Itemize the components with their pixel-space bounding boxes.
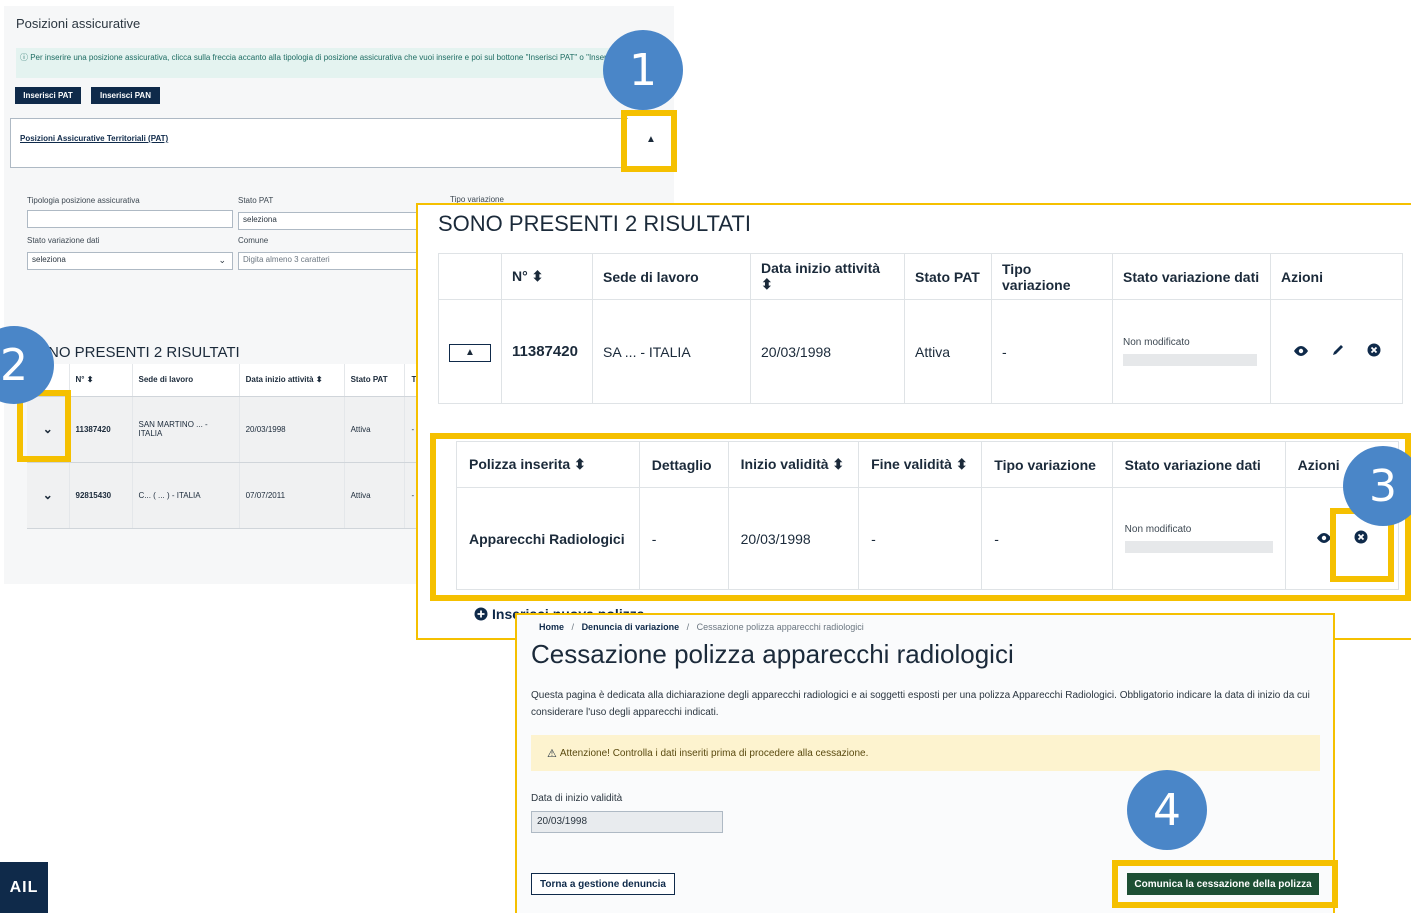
breadcrumb-home[interactable]: Home	[539, 622, 564, 632]
row-numero: 92815430	[69, 462, 133, 529]
row-sede: SAN MARTINO ... - ITALIA	[132, 396, 240, 463]
page-title: Posizioni assicurative	[16, 16, 141, 31]
stato-pat-select[interactable]: seleziona	[238, 212, 418, 230]
date-label: Data di inizio validità	[531, 793, 623, 804]
row-actions	[1270, 299, 1403, 404]
tipologia-label: Tipologia posizione assicurativa	[27, 196, 140, 205]
stato-variazione-select[interactable]: seleziona ⌄	[27, 252, 233, 270]
row-stato: Attiva	[904, 299, 992, 404]
status-bar	[1123, 354, 1257, 366]
info-message: ⓘ Per inserire una posizione assicurativ…	[16, 48, 656, 78]
accordion-label[interactable]: Posizioni Assicurative Territoriali (PAT…	[20, 134, 168, 143]
row-sede: SA ... - ITALIA	[592, 299, 751, 404]
row-stato-variazione: Non modificato	[1112, 299, 1271, 404]
col-stato: Stato PAT	[344, 364, 406, 397]
insert-pat-button[interactable]: Inserisci PAT	[15, 87, 81, 104]
results-table: N° ⬍ Sede di lavoro Data inizio attività…	[438, 253, 1403, 404]
row-tipo: -	[991, 299, 1113, 404]
pencil-icon[interactable]	[1331, 343, 1345, 357]
highlight-box-1	[621, 110, 677, 172]
chevron-down-icon: ⌄	[218, 255, 226, 265]
table-row: ⌄ 11387420 SAN MARTINO ... - ITALIA 20/0…	[27, 396, 437, 463]
inail-logo: AIL	[0, 862, 48, 913]
highlight-box-4	[1112, 860, 1338, 908]
step-badge-1: 1	[603, 30, 683, 110]
stato-pat-label: Stato PAT	[238, 196, 274, 205]
chevron-down-icon[interactable]: ⌄	[43, 488, 53, 502]
breadcrumb-current: Cessazione polizza apparecchi radiologic…	[696, 622, 864, 632]
row-stato: Attiva	[344, 396, 406, 463]
warning-text: Attenzione! Controlla i dati inseriti pr…	[559, 747, 869, 759]
breadcrumb: Home / Denuncia di variazione / Cessazio…	[539, 622, 864, 632]
stato-variazione-label: Stato variazione dati	[27, 236, 100, 245]
step-badge-4: 4	[1127, 770, 1207, 850]
close-circle-icon[interactable]	[1367, 343, 1381, 357]
col-azioni: Azioni	[1270, 253, 1403, 300]
highlight-box-subtable	[430, 433, 1411, 601]
expand-toggle[interactable]: ⌄	[27, 462, 70, 529]
row-data: 20/03/1998	[239, 396, 345, 463]
back-button[interactable]: Torna a gestione denuncia	[531, 873, 675, 895]
col-toggle	[438, 253, 502, 300]
warning-alert: ⚠ Attenzione! Controlla i dati inseriti …	[531, 735, 1320, 771]
eye-icon[interactable]	[1293, 345, 1309, 357]
pat-accordion[interactable]: Posizioni Assicurative Territoriali (PAT…	[10, 118, 632, 168]
col-sede: Sede di lavoro	[592, 253, 751, 300]
warning-icon: ⚠	[547, 747, 557, 760]
collapse-toggle[interactable]: ▲	[438, 299, 502, 404]
col-data[interactable]: Data inizio attività ⬍	[239, 364, 345, 397]
col-stato-variazione: Stato variazione dati	[1112, 253, 1271, 300]
results-title: NO PRESENTI 2 RISULTATI	[48, 344, 240, 361]
col-data[interactable]: Data inizio attività ⬍	[750, 253, 905, 300]
table-row: ▲ 11387420 SA ... - ITALIA 20/03/1998 At…	[438, 299, 1403, 404]
row-sede: C... ( ... ) - ITALIA	[132, 462, 240, 529]
row-numero: 11387420	[69, 396, 133, 463]
comune-input[interactable]: Digita almeno 3 caratteri	[238, 252, 418, 270]
pat-table: N° ⬍ Sede di lavoro Data inizio attività…	[27, 364, 437, 529]
col-sede: Sede di lavoro	[132, 364, 240, 397]
date-field[interactable]: 20/03/1998	[531, 811, 723, 833]
stato-variazione-text: Non modificato	[1123, 337, 1190, 348]
page-title: Cessazione polizza apparecchi radiologic…	[531, 639, 1014, 669]
comune-label: Comune	[238, 236, 269, 245]
plus-circle-icon	[474, 607, 488, 621]
row-numero: 11387420	[501, 299, 593, 404]
col-numero[interactable]: N° ⬍	[69, 364, 133, 397]
col-numero[interactable]: N° ⬍	[501, 253, 593, 300]
row-data: 07/07/2011	[239, 462, 345, 529]
results-title: SONO PRESENTI 2 RISULTATI	[438, 211, 751, 236]
breadcrumb-denuncia[interactable]: Denuncia di variazione	[582, 622, 680, 632]
tipologia-input[interactable]	[27, 210, 233, 228]
page-description: Questa pagina è dedicata alla dichiarazi…	[531, 690, 1310, 718]
col-stato: Stato PAT	[904, 253, 992, 300]
col-tipo: Tipo variazione	[991, 253, 1113, 300]
stato-variazione-value: seleziona	[32, 255, 66, 264]
table-row: ⌄ 92815430 C... ( ... ) - ITALIA 07/07/2…	[27, 462, 437, 529]
row-stato: Attiva	[344, 462, 406, 529]
row-data: 20/03/1998	[750, 299, 905, 404]
caret-up-icon[interactable]: ▲	[449, 343, 491, 362]
insert-pan-button[interactable]: Inserisci PAN	[91, 87, 160, 104]
